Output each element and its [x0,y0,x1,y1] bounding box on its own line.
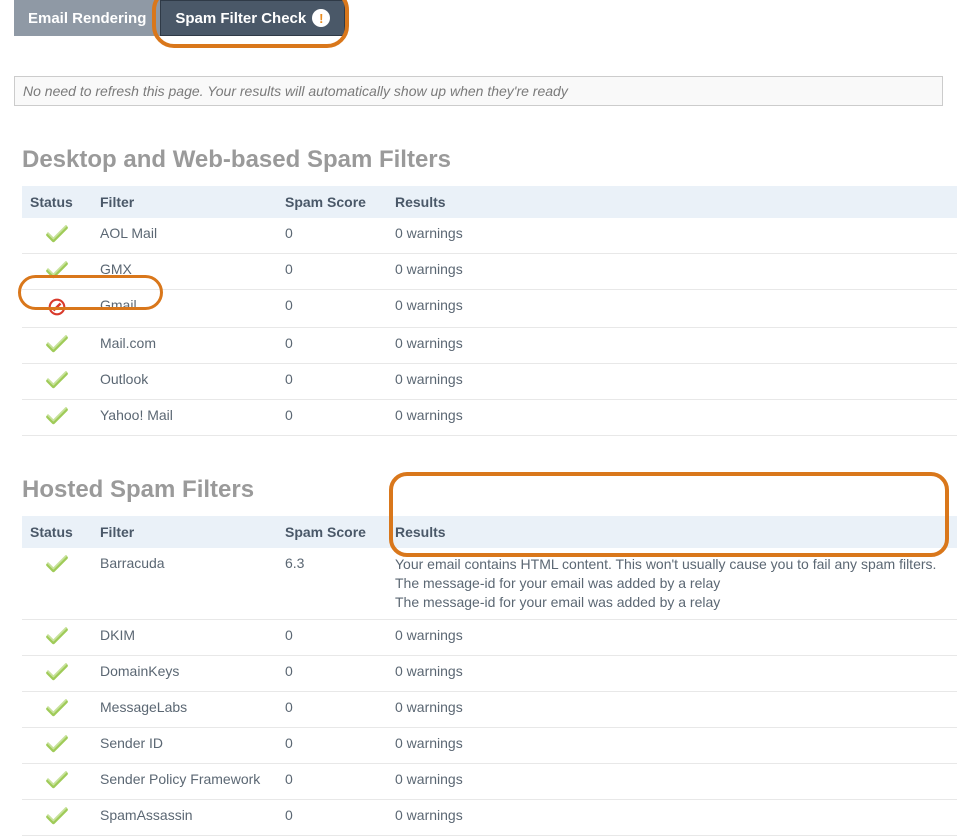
check-pass-icon [46,740,68,756]
status-cell [22,799,92,835]
table-row[interactable]: SpamAssassin00 warnings [22,799,957,835]
score-cell: 0 [277,727,387,763]
results-cell: 0 warnings [387,254,957,290]
status-cell [22,619,92,655]
table-row[interactable]: DomainKeys00 warnings [22,655,957,691]
filter-cell: DomainKeys [92,655,277,691]
filter-cell: Sender ID [92,727,277,763]
status-cell [22,727,92,763]
col-status: Status [22,186,92,218]
col-results: Results [387,186,957,218]
score-cell: 0 [277,655,387,691]
check-pass-icon [46,632,68,648]
status-cell [22,364,92,400]
check-pass-icon [46,376,68,392]
results-cell: 0 warnings [387,328,957,364]
results-cell: 0 warnings [387,655,957,691]
score-cell: 0 [277,799,387,835]
check-pass-icon [46,812,68,828]
filter-cell: Yahoo! Mail [92,400,277,436]
status-cell [22,655,92,691]
col-filter: Filter [92,516,277,548]
table-row[interactable]: Sender Policy Framework00 warnings [22,763,957,799]
status-cell [22,763,92,799]
check-pass-icon [46,230,68,246]
score-cell: 6.3 [277,548,387,619]
score-cell: 0 [277,691,387,727]
section-title-desktop: Desktop and Web-based Spam Filters [22,146,957,174]
status-cell [22,400,92,436]
table-row[interactable]: AOL Mail00 warnings [22,218,957,254]
results-cell: 0 warnings [387,619,957,655]
check-pass-icon [46,776,68,792]
status-cell [22,218,92,254]
check-pass-icon [46,704,68,720]
results-cell: 0 warnings [387,290,957,328]
score-cell: 0 [277,290,387,328]
results-cell: 0 warnings [387,364,957,400]
col-score: Spam Score [277,186,387,218]
filter-cell: Sender Policy Framework [92,763,277,799]
results-cell: 0 warnings [387,727,957,763]
blocked-fail-icon [47,304,67,320]
filter-cell: GMX [92,254,277,290]
results-cell: 0 warnings [387,400,957,436]
score-cell: 0 [277,763,387,799]
status-cell [22,290,92,328]
tab-label: Spam Filter Check [175,10,306,27]
check-pass-icon [46,266,68,282]
results-cell: 0 warnings [387,691,957,727]
tab-label: Email Rendering [28,10,146,27]
tab-spam-filter-check[interactable]: Spam Filter Check ! [160,0,345,36]
filter-cell: Mail.com [92,328,277,364]
col-filter: Filter [92,186,277,218]
results-cell: 0 warnings [387,763,957,799]
status-cell [22,548,92,619]
results-cell: Your email contains HTML content. This w… [387,548,957,619]
table-row[interactable]: Yahoo! Mail00 warnings [22,400,957,436]
filter-cell: AOL Mail [92,218,277,254]
table-row[interactable]: Outlook00 warnings [22,364,957,400]
score-cell: 0 [277,218,387,254]
col-status: Status [22,516,92,548]
check-pass-icon [46,560,68,576]
filter-cell: Outlook [92,364,277,400]
check-pass-icon [46,412,68,428]
alert-icon: ! [312,9,330,27]
col-results: Results [387,516,957,548]
section-title-hosted: Hosted Spam Filters [22,476,957,504]
table-row[interactable]: Barracuda6.3Your email contains HTML con… [22,548,957,619]
table-row[interactable]: Mail.com00 warnings [22,328,957,364]
tab-bar: Email Rendering Spam Filter Check ! [0,0,957,36]
col-score: Spam Score [277,516,387,548]
status-cell [22,254,92,290]
table-row[interactable]: GMX00 warnings [22,254,957,290]
hosted-spam-table: Status Filter Spam Score Results Barracu… [22,516,957,836]
score-cell: 0 [277,328,387,364]
results-cell: 0 warnings [387,218,957,254]
score-cell: 0 [277,400,387,436]
table-row[interactable]: Gmail00 warnings [22,290,957,328]
score-cell: 0 [277,619,387,655]
check-pass-icon [46,668,68,684]
check-pass-icon [46,340,68,356]
table-row[interactable]: Sender ID00 warnings [22,727,957,763]
status-cell [22,328,92,364]
auto-refresh-notice: No need to refresh this page. Your resul… [14,76,943,106]
filter-cell: Gmail [92,290,277,328]
table-row[interactable]: MessageLabs00 warnings [22,691,957,727]
status-cell [22,691,92,727]
filter-cell: SpamAssassin [92,799,277,835]
filter-cell: DKIM [92,619,277,655]
tab-email-rendering[interactable]: Email Rendering [14,0,160,36]
filter-cell: Barracuda [92,548,277,619]
score-cell: 0 [277,364,387,400]
results-cell: 0 warnings [387,799,957,835]
filter-cell: MessageLabs [92,691,277,727]
score-cell: 0 [277,254,387,290]
table-row[interactable]: DKIM00 warnings [22,619,957,655]
desktop-spam-table: Status Filter Spam Score Results AOL Mai… [22,186,957,436]
